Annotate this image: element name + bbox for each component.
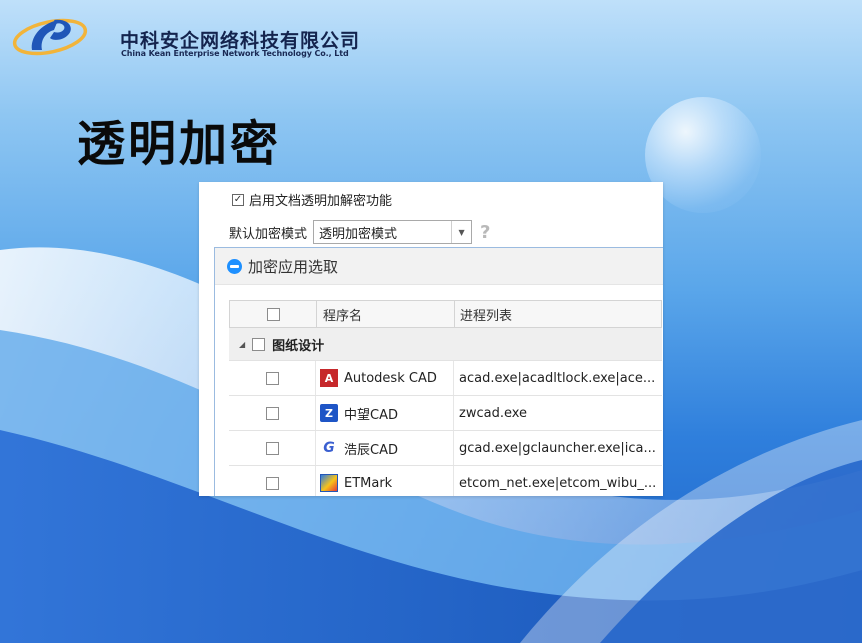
row-checkbox[interactable] xyxy=(265,371,279,385)
row-select-cell xyxy=(229,396,316,430)
row-select-cell xyxy=(229,466,316,496)
enable-encryption-label: 启用文档透明加解密功能 xyxy=(249,194,393,209)
row-checkbox[interactable] xyxy=(265,476,279,490)
program-name: 浩辰CAD xyxy=(344,442,398,458)
process-list-cell: zwcad.exe xyxy=(459,405,528,421)
help-icon[interactable]: ? xyxy=(480,222,490,243)
group-checkbox[interactable] xyxy=(252,337,266,351)
table-row[interactable]: Z 中望CAD zwcad.exe xyxy=(229,396,662,431)
group-row-drawing-design[interactable]: ◢ 图纸设计 xyxy=(229,328,662,361)
expand-triangle-icon[interactable]: ◢ xyxy=(239,340,245,349)
program-name: Autodesk CAD xyxy=(344,370,437,386)
program-name-cell: A Autodesk CAD xyxy=(316,361,454,395)
table-row[interactable]: G 浩辰CAD gcad.exe|gclauncher.exe|ica... xyxy=(229,431,662,466)
row-checkbox[interactable] xyxy=(265,441,279,455)
column-header-process[interactable]: 进程列表 xyxy=(455,301,661,327)
program-name: ETMark xyxy=(344,475,393,491)
chevron-down-icon[interactable]: ▼ xyxy=(451,221,471,243)
program-name-cell: ETMark xyxy=(316,466,454,496)
row-select-cell xyxy=(229,361,316,395)
program-name: 中望CAD xyxy=(344,407,398,423)
process-list-cell: acad.exe|acadltlock.exe|ace... xyxy=(459,370,656,386)
row-select-cell xyxy=(229,431,316,465)
app-table: 程序名 进程列表 ◢ 图纸设计 A Autodesk CAD acad.exe|… xyxy=(229,300,662,496)
autodesk-icon: A xyxy=(320,369,338,387)
group-label: 图纸设计 xyxy=(272,338,325,354)
table-header: 程序名 进程列表 xyxy=(229,300,662,328)
app-selection-dialog: 加密应用选取 程序名 进程列表 ◢ 图纸设计 A Autodesk CAD ac… xyxy=(214,247,663,496)
company-logo-icon xyxy=(12,18,88,56)
encryption-mode-row: 默认加密模式 透明加密模式 ▼ ? xyxy=(229,220,490,244)
zwcad-icon: Z xyxy=(320,404,338,422)
dialog-titlebar: 加密应用选取 xyxy=(215,248,663,285)
program-name-cell: G 浩辰CAD xyxy=(316,431,454,465)
row-checkbox[interactable] xyxy=(265,406,279,420)
column-header-program[interactable]: 程序名 xyxy=(317,301,455,327)
encryption-mode-label: 默认加密模式 xyxy=(229,226,308,242)
process-list-cell: etcom_net.exe|etcom_wibu_... xyxy=(459,475,657,491)
select-all-checkbox[interactable] xyxy=(266,307,280,321)
process-list-cell: gcad.exe|gclauncher.exe|ica... xyxy=(459,440,656,456)
page-title: 透明加密 xyxy=(77,116,282,172)
table-row[interactable]: ETMark etcom_net.exe|etcom_wibu_... xyxy=(229,466,662,496)
header-select-all xyxy=(230,301,317,327)
settings-panel: ✓ 启用文档透明加解密功能 默认加密模式 透明加密模式 ▼ ? 加密应用选取 程… xyxy=(199,182,663,496)
dialog-title: 加密应用选取 xyxy=(248,257,339,276)
encryption-mode-value: 透明加密模式 xyxy=(319,226,398,242)
company-name-en: China Kean Enterprise Network Technology… xyxy=(121,49,349,58)
table-row[interactable]: A Autodesk CAD acad.exe|acadltlock.exe|a… xyxy=(229,361,662,396)
etmark-icon xyxy=(320,474,338,492)
program-name-cell: Z 中望CAD xyxy=(316,396,454,430)
enable-encryption-row: ✓ 启用文档透明加解密功能 xyxy=(232,190,392,209)
gcad-icon: G xyxy=(323,440,335,456)
dialog-app-icon xyxy=(227,258,242,274)
enable-encryption-checkbox[interactable]: ✓ xyxy=(232,193,244,206)
encryption-mode-select[interactable]: 透明加密模式 ▼ xyxy=(313,220,473,244)
